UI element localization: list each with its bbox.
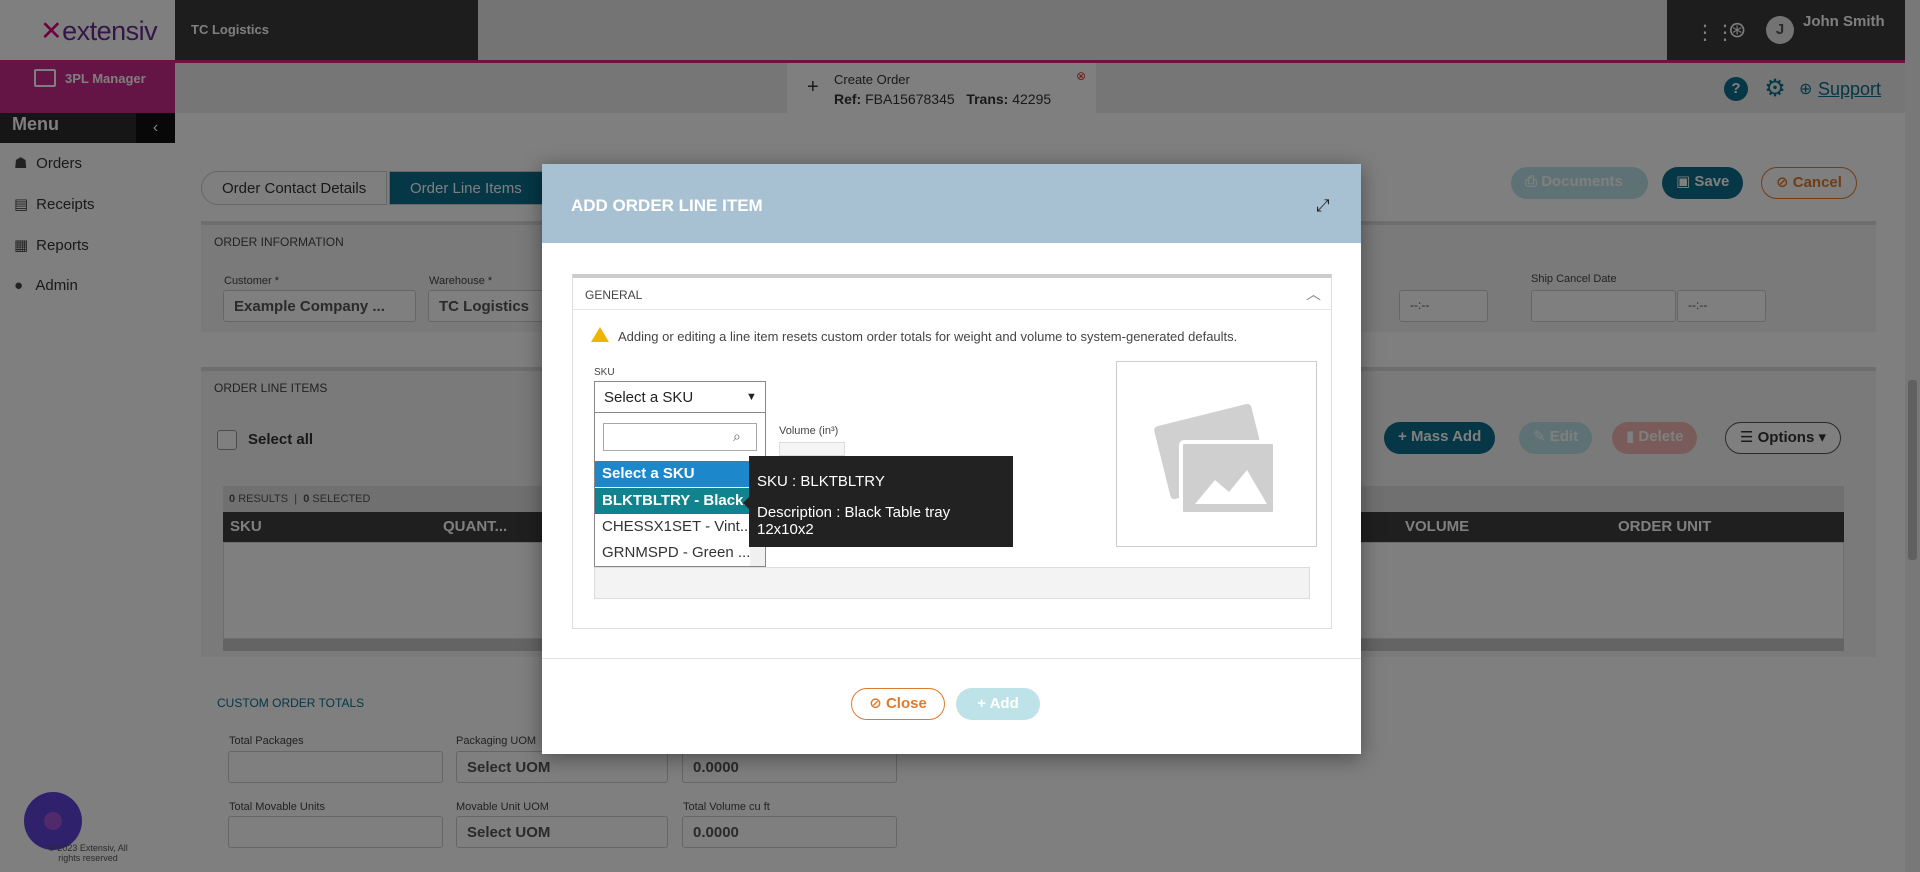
- warning-icon: [591, 327, 609, 342]
- modal-title: ADD ORDER LINE ITEM: [571, 196, 763, 215]
- sku-select[interactable]: Select a SKU: [594, 381, 766, 413]
- tooltip-description: Description : Black Table tray 12x10x2: [757, 504, 951, 538]
- volume-label: Volume (in³): [779, 425, 839, 437]
- add-button[interactable]: + Add: [956, 688, 1040, 720]
- sku-option[interactable]: Select a SKU: [595, 461, 750, 487]
- general-section-title: GENERAL: [585, 288, 643, 302]
- expand-icon[interactable]: ⤢: [1316, 196, 1330, 216]
- close-button[interactable]: ⊘ Close: [851, 688, 945, 720]
- chevron-up-icon[interactable]: ︿: [1306, 283, 1321, 304]
- warning-message: Adding or editing a line item resets cus…: [618, 329, 1238, 344]
- sku-tooltip: SKU : BLKTBLTRY Description : Black Tabl…: [749, 456, 1013, 547]
- search-icon: ⌕: [733, 428, 741, 444]
- image-icon: [1154, 403, 1277, 516]
- sku-option[interactable]: BLKTBLTRY - Black...: [595, 488, 750, 514]
- tooltip-sku: SKU : BLKTBLTRY: [757, 473, 885, 490]
- sku-label: SKU: [594, 367, 615, 378]
- sku-option[interactable]: GRNMSPD - Green ...: [595, 540, 750, 566]
- sku-option[interactable]: CHESSX1SET - Vint...: [595, 514, 750, 540]
- sku-image-placeholder: [1116, 361, 1317, 547]
- caret-down-icon: ▼: [746, 391, 757, 403]
- divider: [573, 309, 1331, 310]
- volume-input[interactable]: [779, 442, 845, 456]
- ban-icon: ⊘: [869, 695, 882, 712]
- footer-divider: [542, 658, 1361, 659]
- description-field[interactable]: [594, 567, 1310, 599]
